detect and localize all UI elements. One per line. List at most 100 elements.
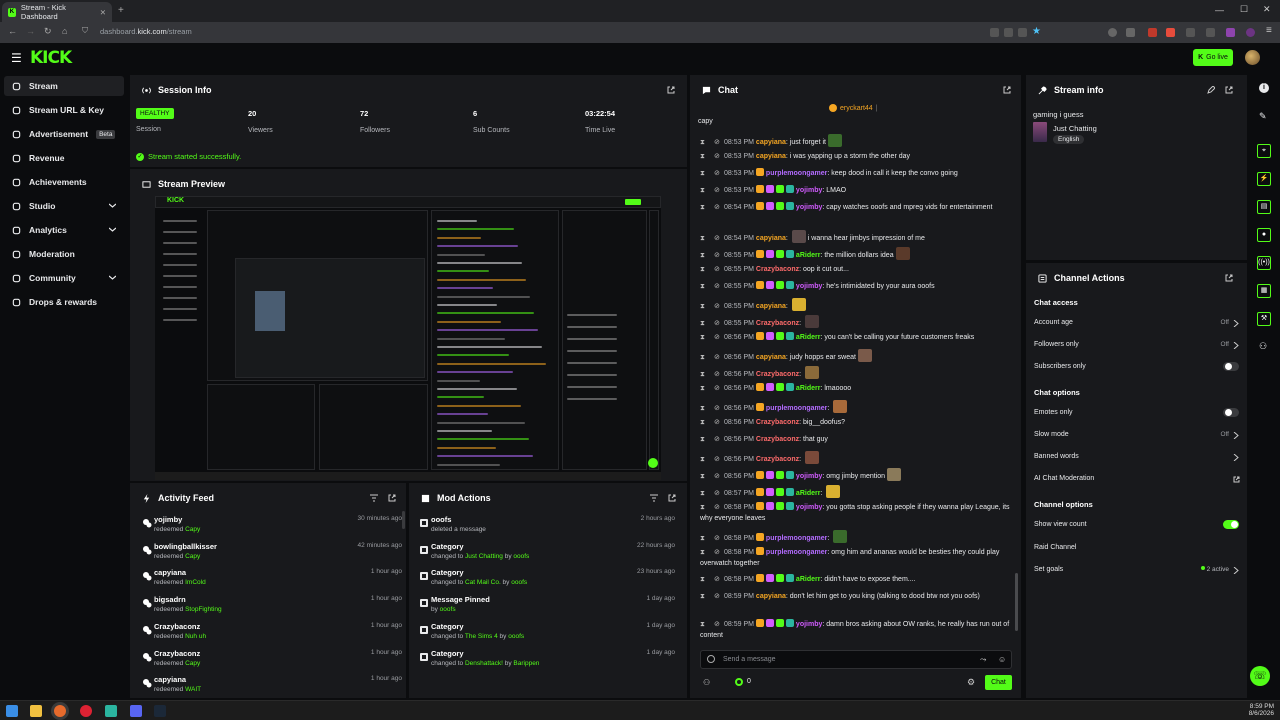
mod-timeout-icon[interactable]: ⊘	[714, 352, 724, 363]
mod-timeout-icon[interactable]: ⊘	[714, 264, 724, 275]
set-goals-row[interactable]: Set goals 2 active	[1034, 566, 1239, 578]
shield-icon[interactable]: ⛉	[82, 26, 88, 36]
home-icon[interactable]: ⌂	[62, 26, 67, 36]
chat-username[interactable]: aRiderr	[796, 385, 821, 392]
sidebar-item-drops-rewards[interactable]: Drops & rewards	[4, 292, 124, 312]
activity-user[interactable]: bowlingballkisser	[154, 542, 217, 551]
chat-username[interactable]: Crazybaconz	[756, 371, 799, 378]
back-icon[interactable]: ←	[8, 26, 17, 36]
window-close-icon[interactable]: ✕	[1263, 4, 1271, 15]
activity-user[interactable]: bigsadrn	[154, 595, 186, 604]
rail-tool-1-icon[interactable]: ⌖	[1257, 144, 1271, 158]
chat-username[interactable]: yojimby	[796, 621, 822, 628]
raid-channel-row[interactable]: Raid Channel	[1034, 544, 1239, 556]
minimize-icon[interactable]: —	[1215, 5, 1224, 15]
mod-action-moderator[interactable]: Barippen	[513, 660, 539, 667]
chat-input[interactable]: Send a message ⤳ ☺	[700, 650, 1012, 669]
edit-pencil-icon[interactable]	[1207, 86, 1215, 94]
mod-timeout-icon[interactable]: ⊘	[714, 151, 724, 162]
rail-tool-3-icon[interactable]: ▤	[1257, 200, 1271, 214]
mod-hourglass-icon[interactable]: ⧗	[700, 264, 714, 275]
ai-moderation-row[interactable]: AI Chat Moderation	[1034, 475, 1240, 487]
mod-hourglass-icon[interactable]: ⧗	[700, 434, 714, 445]
gif-icon[interactable]: ⤳	[980, 655, 986, 665]
rail-tool-6-icon[interactable]: ▦	[1257, 284, 1271, 298]
chat-username[interactable]: aRiderr	[796, 490, 821, 497]
chat-username[interactable]: Crazybaconz	[756, 266, 799, 273]
mod-hourglass-icon[interactable]: ⧗	[700, 471, 714, 482]
rail-users-icon[interactable]: ⚇	[1259, 341, 1267, 352]
stream-preview-video[interactable]: KICK	[155, 196, 661, 480]
popout-icon[interactable]	[388, 494, 396, 502]
mod-timeout-icon[interactable]: ⊘	[714, 137, 724, 148]
mod-timeout-icon[interactable]: ⊘	[714, 502, 724, 513]
browser-menu-icon[interactable]: ≡	[1266, 25, 1272, 36]
mod-timeout-icon[interactable]: ⊘	[714, 233, 724, 244]
mod-hourglass-icon[interactable]: ⧗	[700, 383, 714, 394]
reader-icon[interactable]	[990, 28, 999, 37]
mod-action-moderator[interactable]: ooofs	[513, 553, 529, 560]
chat-username[interactable]: yojimby	[796, 473, 822, 480]
mod-action-target[interactable]: Denshattack!	[465, 660, 503, 667]
sidebar-item-revenue[interactable]: Revenue	[4, 148, 124, 168]
mod-timeout-icon[interactable]: ⊘	[714, 383, 724, 394]
mod-hourglass-icon[interactable]: ⧗	[700, 233, 714, 244]
mod-timeout-icon[interactable]: ⊘	[714, 434, 724, 445]
mod-hourglass-icon[interactable]: ⧗	[700, 369, 714, 380]
mod-hourglass-icon[interactable]: ⧗	[700, 168, 714, 179]
chat-username[interactable]: Crazybaconz	[756, 436, 799, 443]
mod-timeout-icon[interactable]: ⊘	[714, 403, 724, 414]
mod-hourglass-icon[interactable]: ⧗	[700, 281, 714, 292]
mod-timeout-icon[interactable]: ⊘	[714, 250, 724, 261]
rail-tool-2-icon[interactable]: ⚡	[1257, 172, 1271, 186]
extension-icon[interactable]	[1126, 28, 1135, 37]
pinned-user[interactable]: eryckart44 |	[829, 104, 878, 112]
sidebar-item-analytics[interactable]: Analytics	[4, 220, 124, 240]
chat-username[interactable]: purplemoongamer	[766, 535, 827, 542]
chat-username[interactable]: yojimby	[796, 187, 822, 194]
chat-scrollbar[interactable]	[1015, 573, 1018, 631]
mod-hourglass-icon[interactable]: ⧗	[700, 574, 714, 585]
activity-user[interactable]: capyiana	[154, 675, 186, 684]
mod-timeout-icon[interactable]: ⊘	[714, 332, 724, 343]
chat-username[interactable]: purplemoongamer	[766, 405, 827, 412]
show-view-count-toggle[interactable]	[1223, 520, 1239, 529]
mod-timeout-icon[interactable]: ⊘	[714, 318, 724, 329]
activity-scrollbar[interactable]	[402, 511, 405, 529]
chat-username[interactable]: yojimby	[796, 283, 822, 290]
popout-icon[interactable]	[1225, 86, 1233, 94]
forward-icon[interactable]: →	[26, 26, 35, 36]
sidebar-item-achievements[interactable]: Achievements	[4, 172, 124, 192]
audio-icon[interactable]	[1206, 28, 1215, 37]
chat-username[interactable]: capyiana	[756, 235, 786, 242]
mod-hourglass-icon[interactable]: ⧗	[700, 137, 714, 148]
pip-icon[interactable]	[1018, 28, 1027, 37]
help-chat-icon[interactable]: ☏	[1250, 666, 1270, 686]
profile-icon[interactable]	[1246, 28, 1255, 37]
rail-tool-5-icon[interactable]: ((•))	[1257, 256, 1271, 270]
mod-timeout-icon[interactable]: ⊘	[714, 281, 724, 292]
sidebar-item-stream-url-key[interactable]: Stream URL & Key	[4, 100, 124, 120]
popout-icon[interactable]	[1003, 86, 1011, 94]
popout-icon[interactable]	[667, 86, 675, 94]
extension-gray-icon[interactable]	[1186, 28, 1195, 37]
user-avatar[interactable]	[1245, 50, 1260, 65]
obs-icon[interactable]	[80, 705, 92, 717]
url-field[interactable]: dashboard.kick.com/stream	[100, 27, 192, 36]
discord-icon[interactable]	[130, 705, 142, 717]
chat-username[interactable]: capyiana	[756, 139, 786, 146]
activity-user[interactable]: Crazybaconz	[154, 622, 200, 631]
reload-icon[interactable]: ↻	[44, 26, 52, 37]
pencil-icon[interactable]: ✎	[1259, 111, 1267, 122]
mod-timeout-icon[interactable]: ⊘	[714, 533, 724, 544]
chat-username[interactable]: aRiderr	[796, 252, 821, 259]
mod-action-target[interactable]: Cat Mail Co.	[465, 579, 501, 586]
extension-purple-icon[interactable]	[1226, 28, 1235, 37]
emoji-icon[interactable]: ☺	[998, 655, 1006, 664]
mod-hourglass-icon[interactable]: ⧗	[700, 151, 714, 162]
chat-username[interactable]: Crazybaconz	[756, 419, 799, 426]
mod-hourglass-icon[interactable]: ⧗	[700, 202, 714, 213]
extension-red-icon[interactable]	[1148, 28, 1157, 37]
mod-action-moderator[interactable]: ooofs	[508, 633, 524, 640]
chat-send-button[interactable]: Chat	[985, 675, 1012, 690]
